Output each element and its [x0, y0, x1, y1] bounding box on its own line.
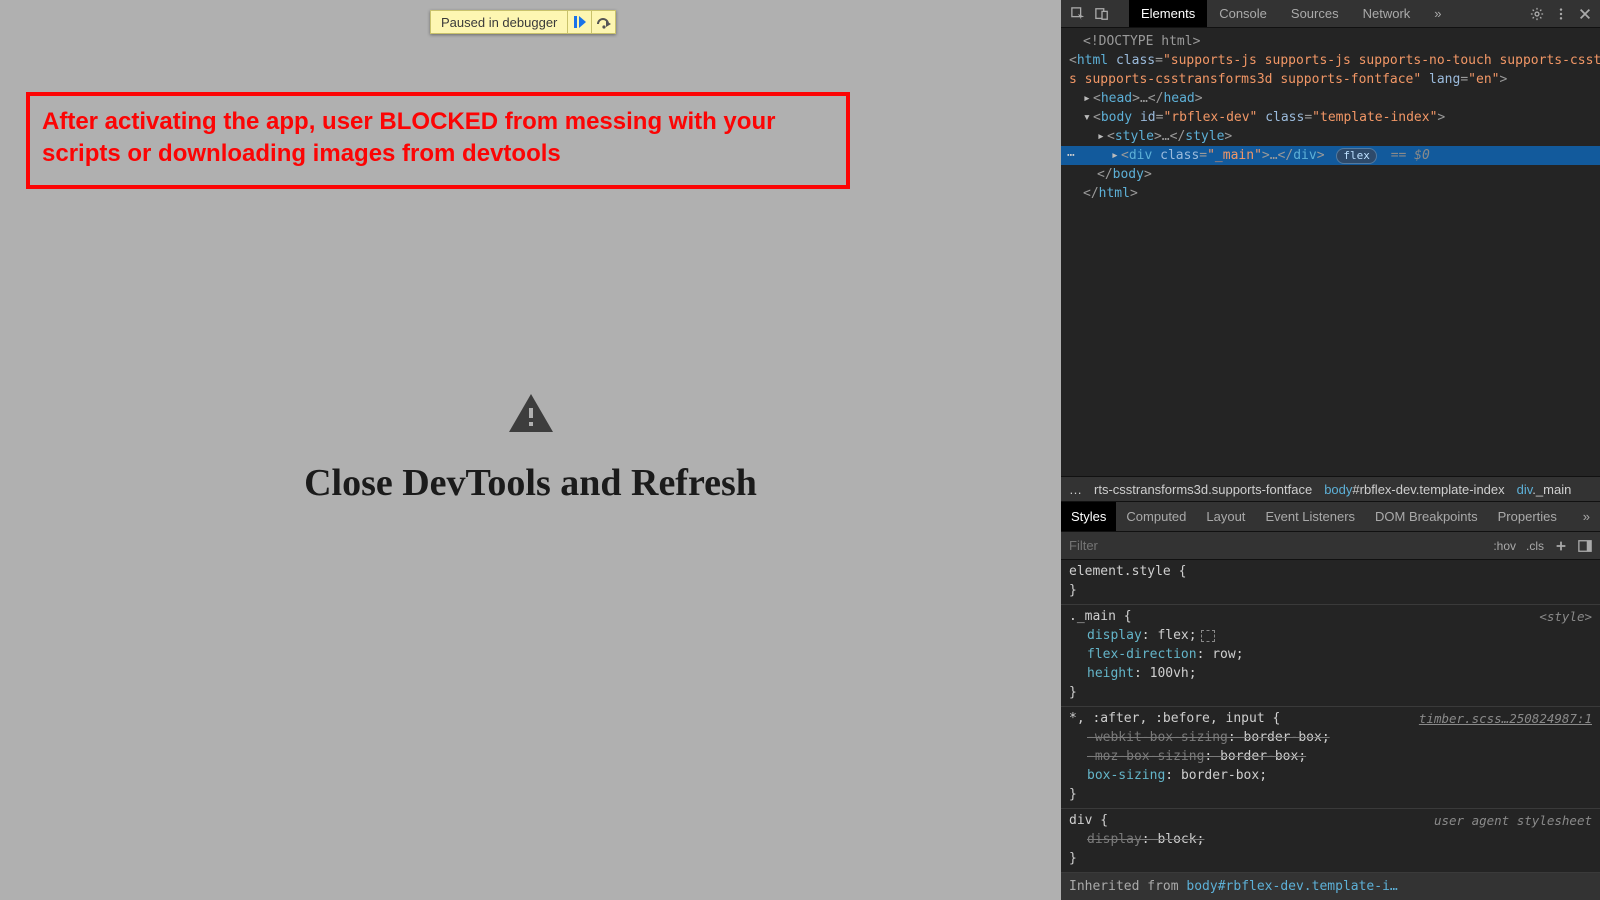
- styles-pane[interactable]: element.style { } <style> ._main { displ…: [1061, 560, 1600, 900]
- devtools-panel: Elements Console Sources Network » <!DOC…: [1061, 0, 1600, 900]
- pause-message: Paused in debugger: [430, 10, 568, 34]
- subtab-computed[interactable]: Computed: [1116, 502, 1196, 531]
- eq0-hint: == $0: [1391, 148, 1430, 163]
- device-toggle-icon[interactable]: [1095, 7, 1109, 21]
- subtab-styles[interactable]: Styles: [1061, 502, 1116, 531]
- dom-node[interactable]: s supports-csstransforms3d supports-font…: [1069, 70, 1600, 89]
- tab-sources[interactable]: Sources: [1279, 0, 1351, 27]
- dom-node-selected[interactable]: ⋯ ▸<div class="_main">…</div> flex == $0: [1061, 146, 1600, 165]
- breadcrumb-overflow[interactable]: …: [1069, 482, 1082, 497]
- debugger-resume-button[interactable]: [568, 10, 592, 34]
- subtab-event-listeners[interactable]: Event Listeners: [1255, 502, 1365, 531]
- style-source-ref: user agent stylesheet: [1434, 811, 1592, 830]
- dom-node[interactable]: ▸<head>…</head>: [1069, 89, 1600, 108]
- cls-toggle[interactable]: .cls: [1526, 539, 1544, 553]
- warning-icon: [507, 390, 555, 443]
- style-rule[interactable]: timber.scss…250824987:1 *, :after, :befo…: [1061, 707, 1600, 809]
- tab-overflow-icon[interactable]: »: [1422, 0, 1453, 27]
- subtab-dom-breakpoints[interactable]: DOM Breakpoints: [1365, 502, 1488, 531]
- style-rule[interactable]: <style> ._main { display: flex; flex-dir…: [1061, 605, 1600, 707]
- dom-node[interactable]: <!DOCTYPE html>: [1069, 32, 1600, 51]
- inherited-from-row[interactable]: Inherited from body#rbflex-dev.template-…: [1061, 873, 1600, 900]
- flex-editor-icon[interactable]: [1201, 630, 1215, 642]
- subtab-overflow-icon[interactable]: »: [1573, 502, 1600, 531]
- page-viewport: Paused in debugger After activating the …: [0, 0, 1061, 900]
- style-rule[interactable]: element.style { }: [1061, 560, 1600, 605]
- tab-elements[interactable]: Elements: [1129, 0, 1207, 27]
- styles-filter-input[interactable]: [1069, 538, 1149, 553]
- debugger-pause-bar: Paused in debugger: [430, 10, 616, 34]
- dom-breadcrumb[interactable]: … rts-csstransforms3d.supports-fontface …: [1061, 476, 1600, 502]
- dom-node[interactable]: </body>: [1069, 165, 1600, 184]
- flex-badge[interactable]: flex: [1336, 148, 1377, 164]
- breadcrumb-item[interactable]: rts-csstransforms3d.supports-fontface: [1094, 482, 1312, 497]
- breadcrumb-item[interactable]: body#rbflex-dev.template-index: [1324, 482, 1504, 497]
- page-blocked-message: Close DevTools and Refresh: [0, 390, 1061, 505]
- page-blocked-heading: Close DevTools and Refresh: [0, 461, 1061, 505]
- dom-node[interactable]: <html class="supports-js supports-js sup…: [1069, 51, 1600, 70]
- subtab-layout[interactable]: Layout: [1196, 502, 1255, 531]
- debugger-step-button[interactable]: [592, 10, 616, 34]
- breadcrumb-item[interactable]: div._main: [1517, 482, 1572, 497]
- tab-network[interactable]: Network: [1351, 0, 1423, 27]
- dom-tree[interactable]: <!DOCTYPE html> <html class="supports-js…: [1061, 28, 1600, 476]
- new-style-rule-icon[interactable]: [1554, 539, 1568, 553]
- tab-console[interactable]: Console: [1207, 0, 1279, 27]
- style-rule[interactable]: user agent stylesheet div { display: blo…: [1061, 809, 1600, 873]
- dom-node[interactable]: ▾<body id="rbflex-dev" class="template-i…: [1069, 108, 1600, 127]
- toggle-sidebar-icon[interactable]: [1578, 539, 1592, 553]
- inspect-icon[interactable]: [1071, 7, 1085, 21]
- style-source-ref[interactable]: <style>: [1539, 607, 1592, 626]
- settings-gear-icon[interactable]: [1530, 7, 1544, 21]
- hov-toggle[interactable]: :hov: [1493, 539, 1516, 553]
- close-icon[interactable]: [1578, 7, 1592, 21]
- annotation-callout: After activating the app, user BLOCKED f…: [26, 92, 850, 189]
- devtools-tab-strip: Elements Console Sources Network »: [1061, 0, 1600, 28]
- style-source-ref[interactable]: timber.scss…250824987:1: [1419, 709, 1592, 728]
- subtab-properties[interactable]: Properties: [1488, 502, 1567, 531]
- styles-filter-row: :hov .cls: [1061, 532, 1600, 560]
- styles-tab-strip: Styles Computed Layout Event Listeners D…: [1061, 502, 1600, 532]
- dom-node[interactable]: </html>: [1069, 184, 1600, 203]
- kebab-menu-icon[interactable]: [1554, 7, 1568, 21]
- dom-node[interactable]: ▸<style>…</style>: [1069, 127, 1600, 146]
